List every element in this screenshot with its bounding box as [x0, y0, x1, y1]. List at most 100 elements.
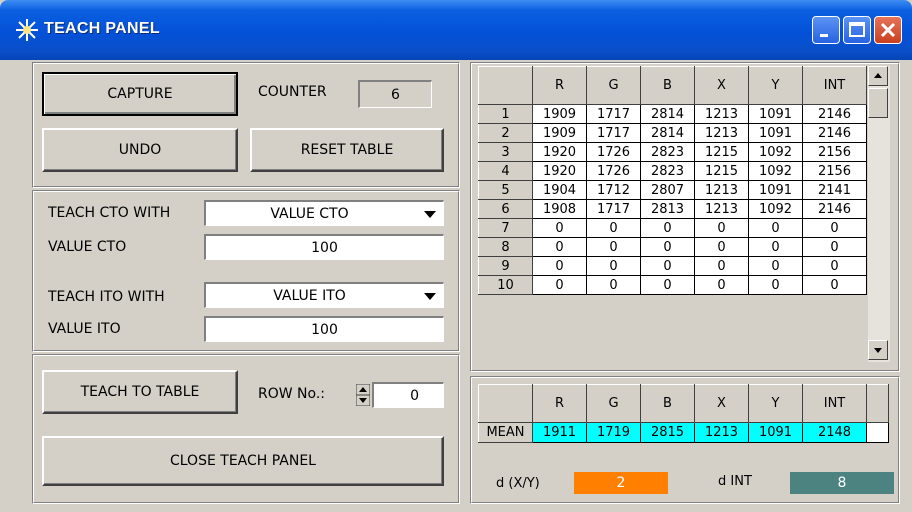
table-cell[interactable]: 1213 [694, 104, 749, 124]
value-ito-input[interactable]: 100 [204, 316, 444, 342]
table-cell[interactable]: 1092 [748, 161, 803, 181]
column-header-x[interactable]: X [694, 66, 749, 105]
table-cell[interactable]: 1712 [586, 180, 641, 200]
table-cell[interactable]: 0 [694, 275, 749, 295]
table-cell[interactable]: 1091 [748, 104, 803, 124]
table-cell[interactable]: 2141 [802, 180, 867, 200]
column-header-g[interactable]: G [586, 66, 641, 105]
table-cell[interactable]: 1215 [694, 161, 749, 181]
table-row[interactable]: 10 0 0 0 0 0 0 [478, 275, 867, 295]
table-cell[interactable]: 0 [694, 218, 749, 238]
table-cell[interactable]: 1091 [748, 180, 803, 200]
table-row[interactable]: 8000000 [478, 237, 867, 257]
spinner-up-down-icon[interactable] [355, 383, 371, 407]
table-cell[interactable]: 0 [748, 275, 803, 295]
table-row[interactable]: 6 1908 1717 2813 1213 1092 2146 [478, 199, 867, 219]
table-cell[interactable]: 1092 [748, 142, 803, 162]
column-header-b[interactable]: B [640, 66, 695, 105]
table-cell[interactable]: 0 [532, 256, 587, 276]
table-cell[interactable]: 0 [694, 237, 749, 257]
table-row[interactable]: 9000000 [478, 256, 867, 276]
table-cell[interactable]: 0 [802, 275, 867, 295]
table-cell[interactable]: 2813 [640, 199, 695, 219]
column-header-y[interactable]: Y [748, 66, 803, 105]
table-cell[interactable]: 1213 [694, 180, 749, 200]
row-number[interactable]: 4 [478, 161, 533, 181]
row-number[interactable]: 6 [478, 199, 533, 219]
table-cell[interactable]: 1909 [532, 104, 587, 124]
table-row[interactable]: 5 1904 1712 2807 1213 1091 2141 [478, 180, 867, 200]
table-cell[interactable]: 0 [640, 275, 695, 295]
table-cell[interactable]: 1213 [694, 199, 749, 219]
table-cell[interactable]: 2823 [640, 142, 695, 162]
row-number[interactable]: 3 [478, 142, 533, 162]
table-cell[interactable]: 2156 [802, 161, 867, 181]
teach-to-table-button[interactable]: TEACH TO TABLE [42, 370, 238, 414]
table-scrollbar[interactable] [868, 66, 890, 362]
table-cell[interactable]: 1091 [748, 123, 803, 143]
scroll-up-button[interactable] [868, 66, 888, 86]
table-row[interactable]: 7000000 [478, 218, 867, 238]
table-cell[interactable]: 1717 [586, 123, 641, 143]
row-number[interactable]: 2 [478, 123, 533, 143]
table-cell[interactable]: 1920 [532, 161, 587, 181]
table-cell[interactable]: 0 [640, 237, 695, 257]
title-bar[interactable]: TEACH PANEL [0, 0, 912, 60]
table-cell[interactable]: 0 [640, 256, 695, 276]
teach-table[interactable]: R G B X Y INT 1 1909 1717 2814 1213 1091 2146 2… [478, 66, 867, 295]
reset-table-button[interactable]: RESET TABLE [250, 128, 444, 172]
row-number[interactable]: 5 [478, 180, 533, 200]
table-cell[interactable]: 0 [802, 256, 867, 276]
close-window-button[interactable] [874, 16, 902, 44]
row-number[interactable]: 1 [478, 104, 533, 124]
table-row[interactable]: 2 1909 1717 2814 1213 1091 2146 [478, 123, 867, 143]
table-cell[interactable]: 0 [532, 275, 587, 295]
table-cell[interactable]: 0 [532, 237, 587, 257]
table-cell[interactable]: 0 [586, 256, 641, 276]
table-cell[interactable]: 2146 [802, 123, 867, 143]
table-cell[interactable]: 1726 [586, 142, 641, 162]
row-no-input[interactable]: 0 [372, 382, 444, 408]
value-cto-input[interactable]: 100 [204, 234, 444, 260]
table-cell[interactable]: 1908 [532, 199, 587, 219]
minimize-button[interactable] [812, 16, 840, 44]
close-teach-panel-button[interactable]: CLOSE TEACH PANEL [42, 436, 444, 486]
row-number[interactable]: 8 [478, 237, 533, 257]
table-cell[interactable]: 0 [694, 256, 749, 276]
table-cell[interactable]: 2814 [640, 123, 695, 143]
table-cell[interactable]: 0 [748, 237, 803, 257]
table-cell[interactable]: 1215 [694, 142, 749, 162]
table-cell[interactable]: 0 [586, 275, 641, 295]
table-row[interactable]: 1 1909 1717 2814 1213 1091 2146 [478, 104, 867, 124]
column-header-int[interactable]: INT [802, 66, 867, 105]
table-cell[interactable]: 0 [586, 218, 641, 238]
table-cell[interactable]: 1092 [748, 199, 803, 219]
table-row[interactable]: 4 1920 1726 2823 1215 1092 2156 [478, 161, 867, 181]
table-cell[interactable]: 2146 [802, 199, 867, 219]
table-cell[interactable]: 1213 [694, 123, 749, 143]
table-cell[interactable]: 2814 [640, 104, 695, 124]
table-cell[interactable]: 2823 [640, 161, 695, 181]
undo-button[interactable]: UNDO [42, 128, 238, 172]
table-cell[interactable]: 0 [640, 218, 695, 238]
table-cell[interactable]: 0 [748, 218, 803, 238]
table-cell[interactable]: 1726 [586, 161, 641, 181]
table-cell[interactable]: 1920 [532, 142, 587, 162]
chevron-down-icon[interactable] [421, 287, 439, 305]
table-cell[interactable]: 0 [748, 256, 803, 276]
row-number[interactable]: 10 [478, 275, 533, 295]
row-no-spinner[interactable] [355, 383, 371, 407]
column-header-r[interactable]: R [532, 66, 587, 105]
table-cell[interactable]: 2156 [802, 142, 867, 162]
chevron-down-icon[interactable] [421, 205, 439, 223]
table-row[interactable]: 3 1920 1726 2823 1215 1092 2156 [478, 142, 867, 162]
table-cell[interactable]: 1717 [586, 104, 641, 124]
row-number[interactable]: 7 [478, 218, 533, 238]
table-cell[interactable]: 0 [802, 218, 867, 238]
row-number[interactable]: 9 [478, 256, 533, 276]
scroll-down-button[interactable] [868, 340, 888, 360]
maximize-button[interactable] [843, 16, 871, 44]
table-cell[interactable]: 0 [802, 237, 867, 257]
table-cell[interactable]: 2146 [802, 104, 867, 124]
teach-cto-with-select[interactable]: VALUE CTO [204, 200, 444, 226]
